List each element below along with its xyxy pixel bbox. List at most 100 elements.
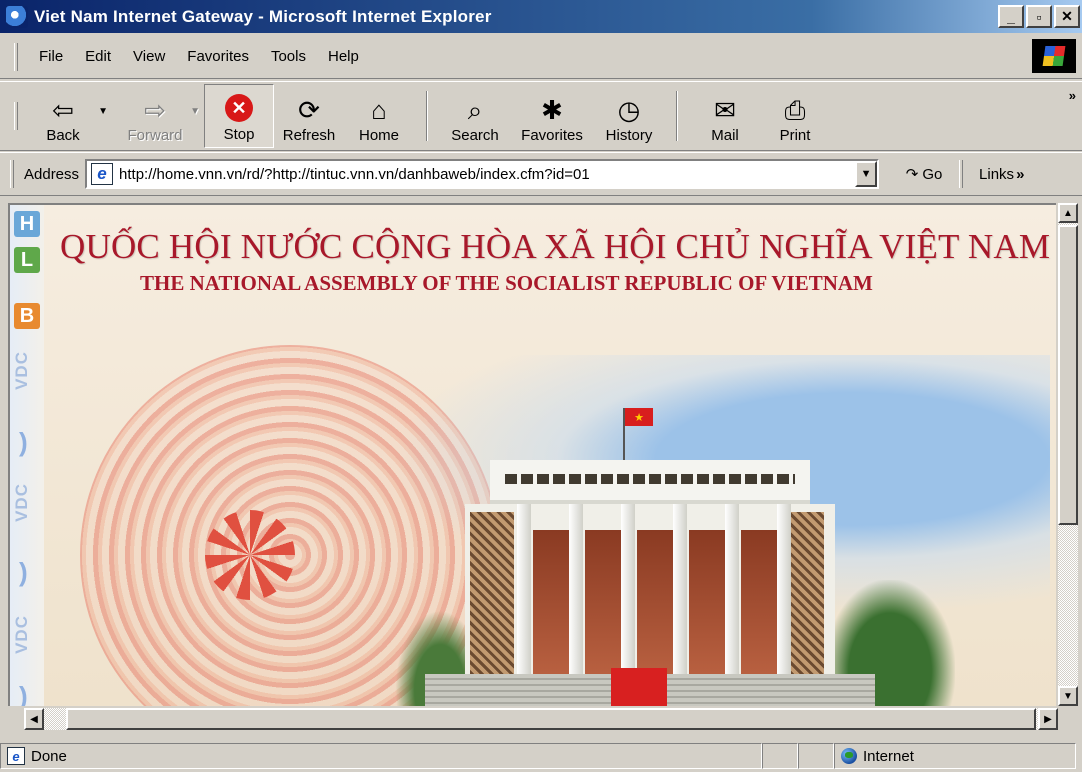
address-label: Address [24,165,80,183]
address-bar: Address e http://home.vnn.vn/rd/?http://… [0,152,1082,196]
vietnam-flag-icon: ★ [625,408,653,426]
address-url[interactable]: http://home.vnn.vn/rd/?http://tintuc.vnn… [119,166,590,183]
drum-star-pattern [205,510,295,600]
badge-b-icon[interactable]: B [14,303,40,329]
menu-edit[interactable]: Edit [74,48,122,65]
vdc-logo: VDC [12,615,31,654]
horizontal-scroll-thumb[interactable] [66,708,1036,730]
back-button[interactable]: ⇦ Back ▼ [28,84,108,148]
toolbar-grip[interactable] [14,102,18,130]
internet-globe-icon [841,748,857,764]
menu-favorites[interactable]: Favorites [176,48,260,65]
facade-lattice-left [470,512,514,674]
status-text-cell: e Done [0,743,762,769]
facade-column [621,504,635,674]
menu-file[interactable]: File [28,48,74,65]
address-dropdown-icon[interactable]: ▼ [855,161,878,187]
toolbar-separator [426,91,428,141]
facade-column [777,504,791,674]
vertical-scrollbar[interactable]: ▲ ▼ [1058,203,1078,706]
stop-button[interactable]: ✕ Stop [204,84,274,148]
mail-button[interactable]: ✉ Mail [690,84,760,148]
ie-logo-icon [6,5,28,28]
print-icon: ⎙ [784,95,806,125]
scroll-down-button[interactable]: ▼ [1058,686,1078,706]
go-button[interactable]: ↷ Go [889,159,959,189]
toolbar-separator [676,91,678,141]
back-label: Back [46,127,80,144]
menu-grip[interactable] [14,42,18,71]
badge-h-icon[interactable]: H [14,211,40,237]
search-label: Search [451,127,499,144]
home-button[interactable]: ⌂ Home [344,84,414,148]
refresh-button[interactable]: ⟳ Refresh [274,84,344,148]
history-label: History [605,127,653,144]
links-button[interactable]: Links » [979,166,1024,183]
facade-panel [585,530,623,674]
roof-windows [505,474,795,484]
red-carpet [611,668,667,706]
menu-view[interactable]: View [122,48,176,65]
links-grip[interactable] [959,160,964,188]
stop-icon: ✕ [225,94,253,122]
status-lock-cell [798,743,834,769]
page-icon: e [7,747,25,765]
page-content: ★ H L B VDC ) VDC ) VDC ) QUỐC HỘI NƯỚC … [8,203,1056,706]
home-icon: ⌂ [371,95,387,125]
badge-l-icon[interactable]: L [14,247,40,273]
links-more-chevron: » [1016,165,1025,183]
favorites-label: Favorites [521,127,583,144]
standard-toolbar: ⇦ Back ▼ ⇨ Forward ▼ ✕ Stop ⟳ Refresh ⌂ … [0,81,1082,151]
history-icon: ◷ [617,95,641,125]
forward-dropdown-icon[interactable]: ▼ [190,106,200,117]
print-button[interactable]: ⎙ Print [760,84,830,148]
facade-panel [637,530,675,674]
search-button[interactable]: ⌕ Search [440,84,510,148]
vdc-swoosh-icon: ) [19,427,28,457]
forward-label: Forward [127,127,183,144]
facade-panel [533,530,571,674]
menu-help[interactable]: Help [317,48,370,65]
links-label: Links [979,165,1015,183]
status-zone: Internet [863,747,914,765]
side-logo-strip: H L B VDC ) VDC ) VDC ) [10,205,44,706]
vdc-logo: VDC [12,351,31,390]
close-button[interactable]: ✕ [1054,5,1080,28]
mail-icon: ✉ [714,95,736,125]
back-dropdown-icon[interactable]: ▼ [98,106,108,117]
arrow-right-icon: ⇨ [144,95,166,125]
minimize-button[interactable]: _ [998,5,1024,28]
forward-button[interactable]: ⇨ Forward ▼ [120,84,200,148]
menu-bar: File Edit View Favorites Tools Help [0,35,1082,79]
search-icon: ⌕ [467,95,483,125]
menu-tools[interactable]: Tools [260,48,317,65]
toolbar-more-chevron[interactable]: » [1069,88,1076,103]
facade-panel [741,530,779,674]
status-progress-cell [762,743,798,769]
address-input[interactable]: e http://home.vnn.vn/rd/?http://tintuc.v… [85,159,880,189]
status-bar: e Done Internet [0,740,1082,772]
print-label: Print [779,127,811,144]
status-text: Done [31,747,67,765]
facade-column [517,504,531,674]
maximize-button[interactable]: ▫ [1026,5,1052,28]
address-grip[interactable] [10,160,14,188]
favorites-icon: ✱ [541,95,563,125]
favorites-button[interactable]: ✱ Favorites [510,84,594,148]
scroll-right-button[interactable]: ▶ [1038,708,1058,730]
history-button[interactable]: ◷ History [594,84,664,148]
vdc-logo: VDC [12,483,31,522]
status-zone-cell[interactable]: Internet [834,743,1076,769]
facade-panel [689,530,727,674]
window-title: Viet Nam Internet Gateway - Microsoft In… [34,6,492,26]
window-controls: _ ▫ ✕ [998,5,1080,28]
title-bar: Viet Nam Internet Gateway - Microsoft In… [0,0,1082,33]
vertical-scroll-thumb[interactable] [1058,225,1078,525]
go-label: Go [922,165,943,183]
scroll-up-button[interactable]: ▲ [1058,203,1078,223]
horizontal-scrollbar[interactable] [44,708,1058,730]
go-arrow-icon: ↷ [905,166,919,183]
home-label: Home [358,127,399,144]
vdc-swoosh-icon: ) [19,681,28,706]
scroll-left-button[interactable]: ◀ [24,708,44,730]
